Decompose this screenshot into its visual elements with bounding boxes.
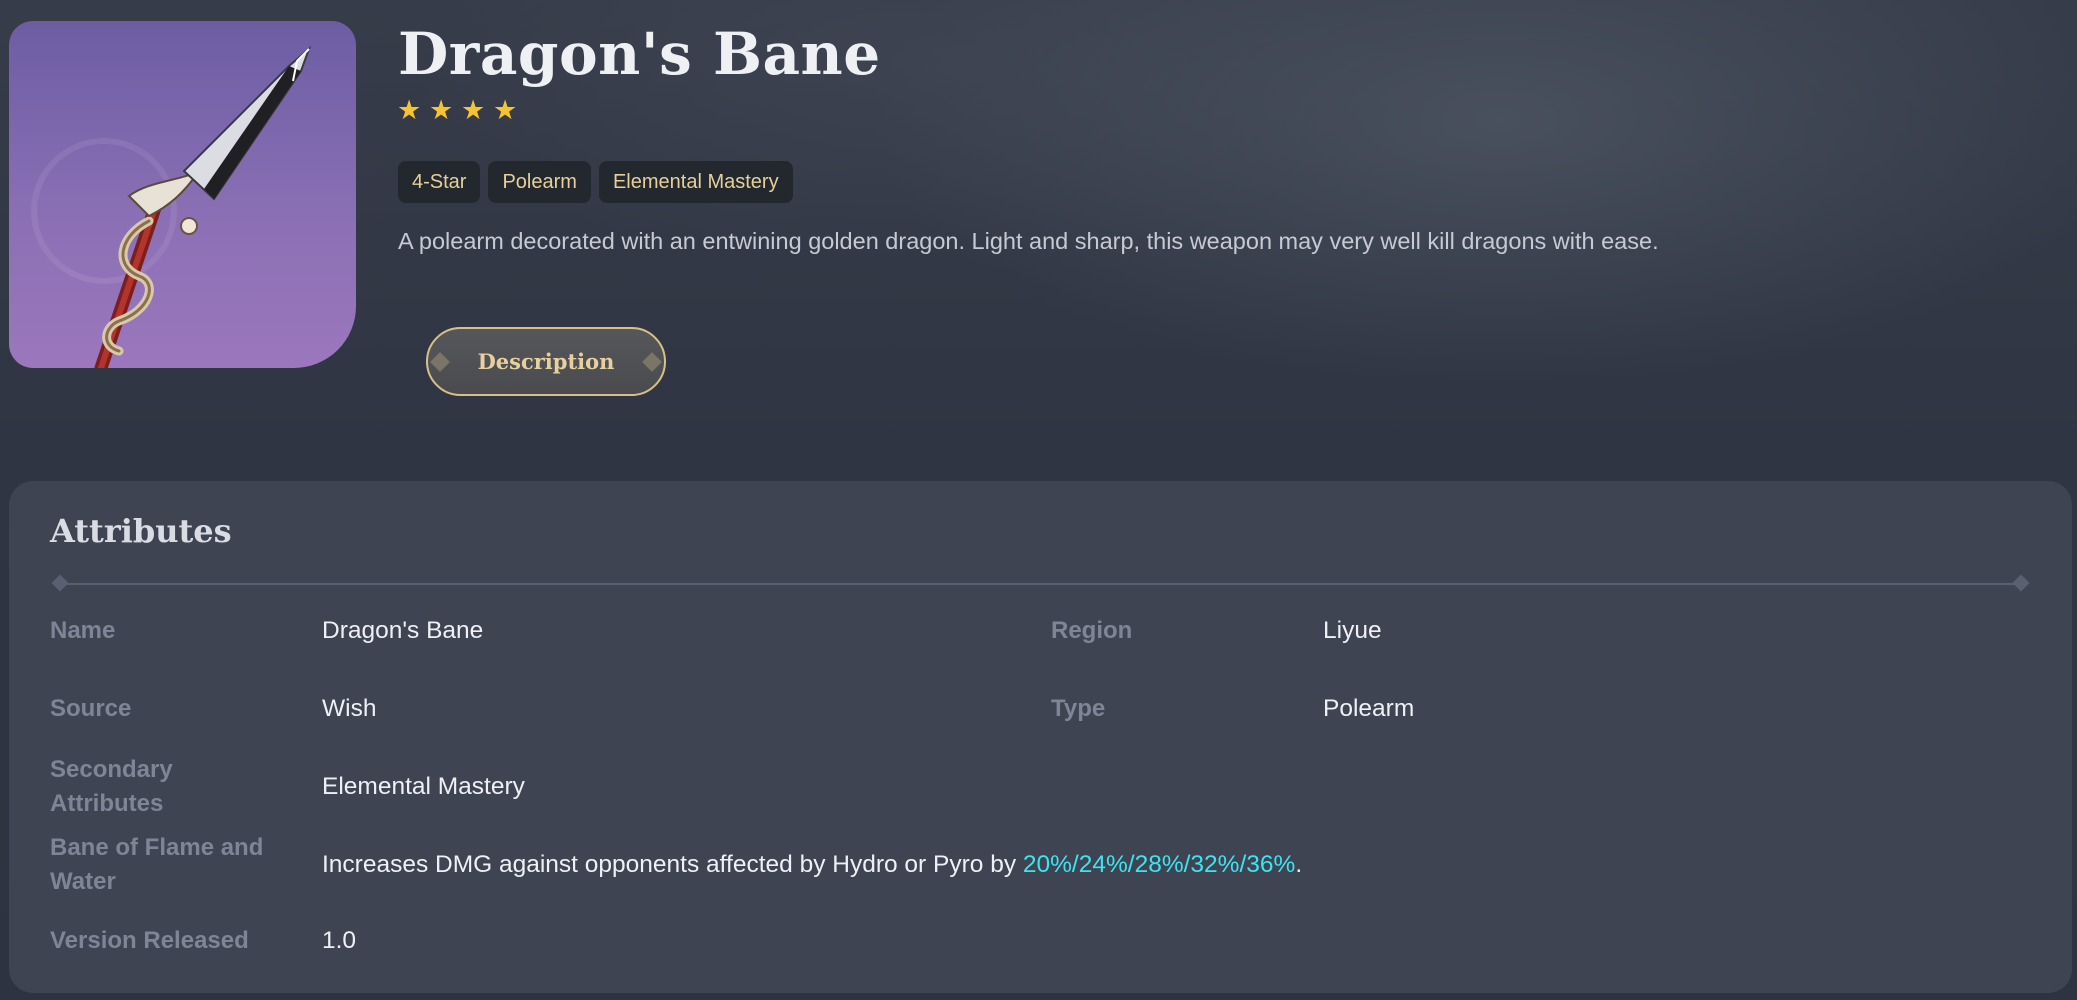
- name-value: Dragon's Bane: [322, 617, 484, 644]
- rarity-stars: ★ ★ ★ ★: [397, 95, 518, 126]
- tag-list: 4-Star Polearm Elemental Mastery: [398, 161, 793, 203]
- passive-text-end: .: [1295, 851, 1303, 878]
- passive-text: Increases DMG against opponents affected…: [322, 851, 1023, 878]
- tag-type: Polearm: [488, 161, 591, 203]
- secondary-attributes-label: Secondary Attributes: [50, 753, 173, 821]
- secondary-label-line-2: Attributes: [50, 790, 164, 817]
- divider-ornament-left: [51, 574, 69, 592]
- weapon-title: Dragon's Bane: [398, 20, 881, 88]
- version-label: Version Released: [50, 927, 249, 954]
- divider-ornament-right: [2012, 574, 2030, 592]
- button-ornament-left: [430, 351, 450, 372]
- weapon-summary: A polearm decorated with an entwining go…: [398, 228, 1659, 254]
- star-icon: ★: [397, 95, 422, 126]
- description-button-label: Description: [477, 349, 615, 374]
- star-icon: ★: [461, 95, 486, 126]
- source-value: Wish: [322, 695, 377, 722]
- passive-label: Bane of Flame and Water: [50, 831, 263, 899]
- type-value: Polearm: [1323, 695, 1415, 722]
- attributes-heading: Attributes: [50, 512, 232, 550]
- passive-refinement-values: 20%/24%/28%/32%/36%: [1022, 851, 1296, 878]
- region-value: Liyue: [1323, 617, 1382, 644]
- star-icon: ★: [429, 95, 454, 126]
- region-label: Region: [1051, 617, 1133, 644]
- name-label: Name: [50, 617, 116, 644]
- passive-label-line-2: Water: [50, 868, 116, 895]
- description-button[interactable]: Description: [426, 327, 666, 396]
- weapon-image: [9, 21, 356, 368]
- polearm-weapon-icon: [31, 45, 312, 368]
- attributes-divider: [51, 574, 2030, 592]
- star-icon: ★: [493, 95, 518, 126]
- version-value: 1.0: [322, 927, 357, 954]
- type-label: Type: [1051, 695, 1106, 722]
- attributes-panel: Attributes Name Dragon's Bane Region Liy…: [9, 481, 2072, 993]
- secondary-attributes-value: Elemental Mastery: [322, 773, 525, 800]
- button-ornament-right: [642, 351, 662, 372]
- tag-substat: Elemental Mastery: [598, 161, 793, 203]
- passive-label-line-1: Bane of Flame and: [50, 834, 264, 861]
- source-label: Source: [50, 695, 132, 722]
- secondary-label-line-1: Secondary: [50, 756, 173, 783]
- passive-description: Increases DMG against opponents affected…: [322, 848, 1302, 882]
- tag-rarity: 4-Star: [398, 161, 481, 203]
